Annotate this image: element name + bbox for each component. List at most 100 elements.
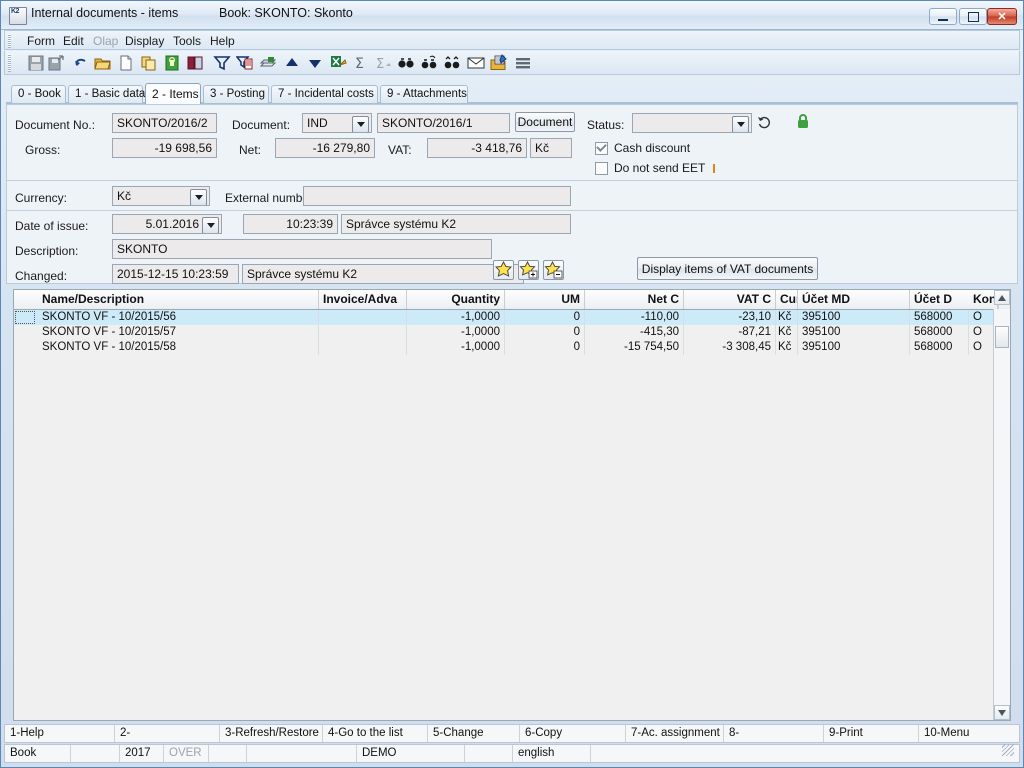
- currency-combo[interactable]: Kč: [112, 186, 210, 206]
- menu-item-display[interactable]: Display: [125, 34, 164, 48]
- undo-icon[interactable]: [72, 54, 90, 72]
- document-button[interactable]: Document: [515, 112, 575, 132]
- cell-currency: Kč: [776, 340, 798, 355]
- vat-field[interactable]: -3 418,76: [427, 138, 527, 158]
- calendar-chevron-icon[interactable]: [202, 217, 219, 234]
- scrollbar-thumb[interactable]: [995, 326, 1009, 348]
- save-icon[interactable]: [27, 54, 45, 72]
- find-next-icon[interactable]: [420, 54, 438, 72]
- menu-lines-icon[interactable]: [514, 54, 532, 72]
- scroll-down-icon[interactable]: [994, 705, 1010, 720]
- document-no-field[interactable]: SKONTO/2016/2: [112, 113, 217, 133]
- save-as-icon[interactable]: [47, 54, 65, 72]
- tab-3-posting[interactable]: 3 - Posting: [203, 85, 269, 103]
- star-remove-icon[interactable]: [543, 260, 564, 280]
- move-down-icon[interactable]: [306, 54, 324, 72]
- fnkey-5-change[interactable]: 5-Change: [428, 725, 520, 742]
- fnkey-10-menu[interactable]: 10-Menu: [919, 725, 1023, 742]
- row-selector-marker[interactable]: [15, 311, 35, 324]
- move-up-icon[interactable]: [283, 54, 301, 72]
- fnkey-2[interactable]: 2-: [115, 725, 220, 742]
- lock-green-icon[interactable]: [796, 113, 810, 133]
- fnkey-3-refresh[interactable]: 3-Refresh/Restore: [220, 725, 323, 742]
- changed-field[interactable]: 2015-12-15 10:23:59: [112, 264, 239, 284]
- fnkey-1-help[interactable]: 1-Help: [5, 725, 115, 742]
- date-of-issue-field[interactable]: 5.01.2016: [112, 214, 222, 234]
- book-icon[interactable]: [186, 54, 204, 72]
- menu-item-tools[interactable]: Tools: [173, 34, 201, 48]
- copy-icon[interactable]: [140, 54, 158, 72]
- do-not-send-eet-checkbox[interactable]: [595, 162, 608, 175]
- find-icon[interactable]: [397, 54, 415, 72]
- description-field[interactable]: SKONTO: [112, 239, 492, 259]
- grid-vertical-scrollbar[interactable]: [993, 309, 1010, 720]
- fnkey-8[interactable]: 8-: [724, 725, 824, 742]
- cash-discount-checkbox-row[interactable]: Cash discount: [595, 141, 690, 155]
- gross-label: Gross:: [25, 143, 60, 157]
- history-clock-icon[interactable]: [757, 114, 773, 133]
- scroll-up-icon[interactable]: [994, 290, 1010, 305]
- tab-1-basic-data[interactable]: 1 - Basic data: [68, 85, 143, 103]
- column-header-invoice-advance[interactable]: Invoice/Adva: [319, 290, 407, 309]
- close-button[interactable]: ✕: [987, 8, 1017, 25]
- subtotal-icon[interactable]: Σ: [375, 54, 393, 72]
- export-excel-icon[interactable]: [329, 54, 347, 72]
- time-field[interactable]: 10:23:39: [243, 214, 338, 234]
- menu-item-form[interactable]: Form: [27, 34, 55, 48]
- filter-list-icon[interactable]: [236, 54, 254, 72]
- column-header-quantity[interactable]: Quantity: [407, 290, 505, 309]
- column-header-currency[interactable]: Cur: [776, 290, 798, 309]
- menu-item-help[interactable]: Help: [210, 34, 235, 48]
- sum-icon[interactable]: Σ: [352, 54, 370, 72]
- net-field[interactable]: -16 279,80: [275, 138, 375, 158]
- fnkey-4-go-to-the-list[interactable]: 4-Go to the list: [323, 725, 428, 742]
- column-header-ucet-md[interactable]: Účet MD: [798, 290, 910, 309]
- menu-grip[interactable]: [8, 34, 11, 48]
- status-combo[interactable]: [632, 113, 752, 133]
- table-row[interactable]: SKONTO VF - 10/2015/57 -1,0000 0 -415,30…: [14, 325, 1010, 340]
- table-row[interactable]: SKONTO VF - 10/2015/56 -1,0000 0 -110,00…: [14, 310, 1010, 325]
- column-header-vat-c[interactable]: VAT C: [684, 290, 776, 309]
- fnkey-7-ac-assignment[interactable]: 7-Ac. assignment an: [626, 725, 724, 742]
- fnkey-6-copy[interactable]: 6-Copy: [520, 725, 626, 742]
- changed-by-field[interactable]: Správce systému K2: [242, 264, 524, 284]
- issuer-field[interactable]: Správce systému K2: [341, 214, 571, 234]
- find-all-icon[interactable]: [443, 54, 461, 72]
- table-row[interactable]: SKONTO VF - 10/2015/58 -1,0000 0 -15 754…: [14, 340, 1010, 355]
- vat-currency-field[interactable]: Kč: [530, 138, 572, 158]
- mail-icon[interactable]: [467, 54, 485, 72]
- tab-7-incidental-costs[interactable]: 7 - Incidental costs: [271, 85, 378, 103]
- chevron-down-icon[interactable]: [732, 116, 749, 133]
- external-number-field[interactable]: [303, 186, 571, 206]
- cash-discount-checkbox[interactable]: [595, 142, 608, 155]
- open-folder-icon[interactable]: [94, 54, 112, 72]
- cell-net-c: -110,00: [585, 310, 684, 325]
- maximize-button[interactable]: [959, 8, 987, 25]
- chevron-down-icon[interactable]: [352, 116, 369, 133]
- column-header-net-c[interactable]: Net C: [585, 290, 684, 309]
- lock-icon[interactable]: [163, 54, 181, 72]
- star-add-icon[interactable]: [518, 260, 539, 280]
- chevron-down-icon[interactable]: [190, 189, 207, 206]
- document-ref-field[interactable]: SKONTO/2016/1: [377, 113, 510, 133]
- new-document-icon[interactable]: [117, 54, 135, 72]
- toolbar-grip[interactable]: [8, 54, 11, 72]
- column-header-um[interactable]: UM: [505, 290, 585, 309]
- do-not-send-eet-checkbox-row[interactable]: Do not send EET: [595, 161, 715, 175]
- tab-0-book[interactable]: 0 - Book: [11, 85, 66, 103]
- gross-field[interactable]: -19 698,56: [112, 138, 217, 158]
- tab-9-attachments[interactable]: 9 - Attachments: [380, 85, 468, 103]
- notes-icon[interactable]: [490, 54, 508, 72]
- column-header-name-description[interactable]: Name/Description: [38, 290, 319, 309]
- filter-icon[interactable]: [213, 54, 231, 72]
- window-book-label: Book: SKONTO: Skonto: [219, 6, 353, 20]
- print-icon[interactable]: [259, 54, 277, 72]
- fnkey-9-print[interactable]: 9-Print: [824, 725, 919, 742]
- window-resize-grip[interactable]: [1002, 744, 1014, 756]
- star-icon[interactable]: [493, 260, 514, 280]
- document-type-combo[interactable]: IND: [302, 113, 372, 133]
- minimize-button[interactable]: [929, 8, 957, 25]
- menu-item-edit[interactable]: Edit: [63, 34, 84, 48]
- display-items-of-vat-documents-button[interactable]: Display items of VAT documents: [637, 257, 818, 280]
- tab-2-items[interactable]: 2 - Items: [145, 83, 201, 104]
